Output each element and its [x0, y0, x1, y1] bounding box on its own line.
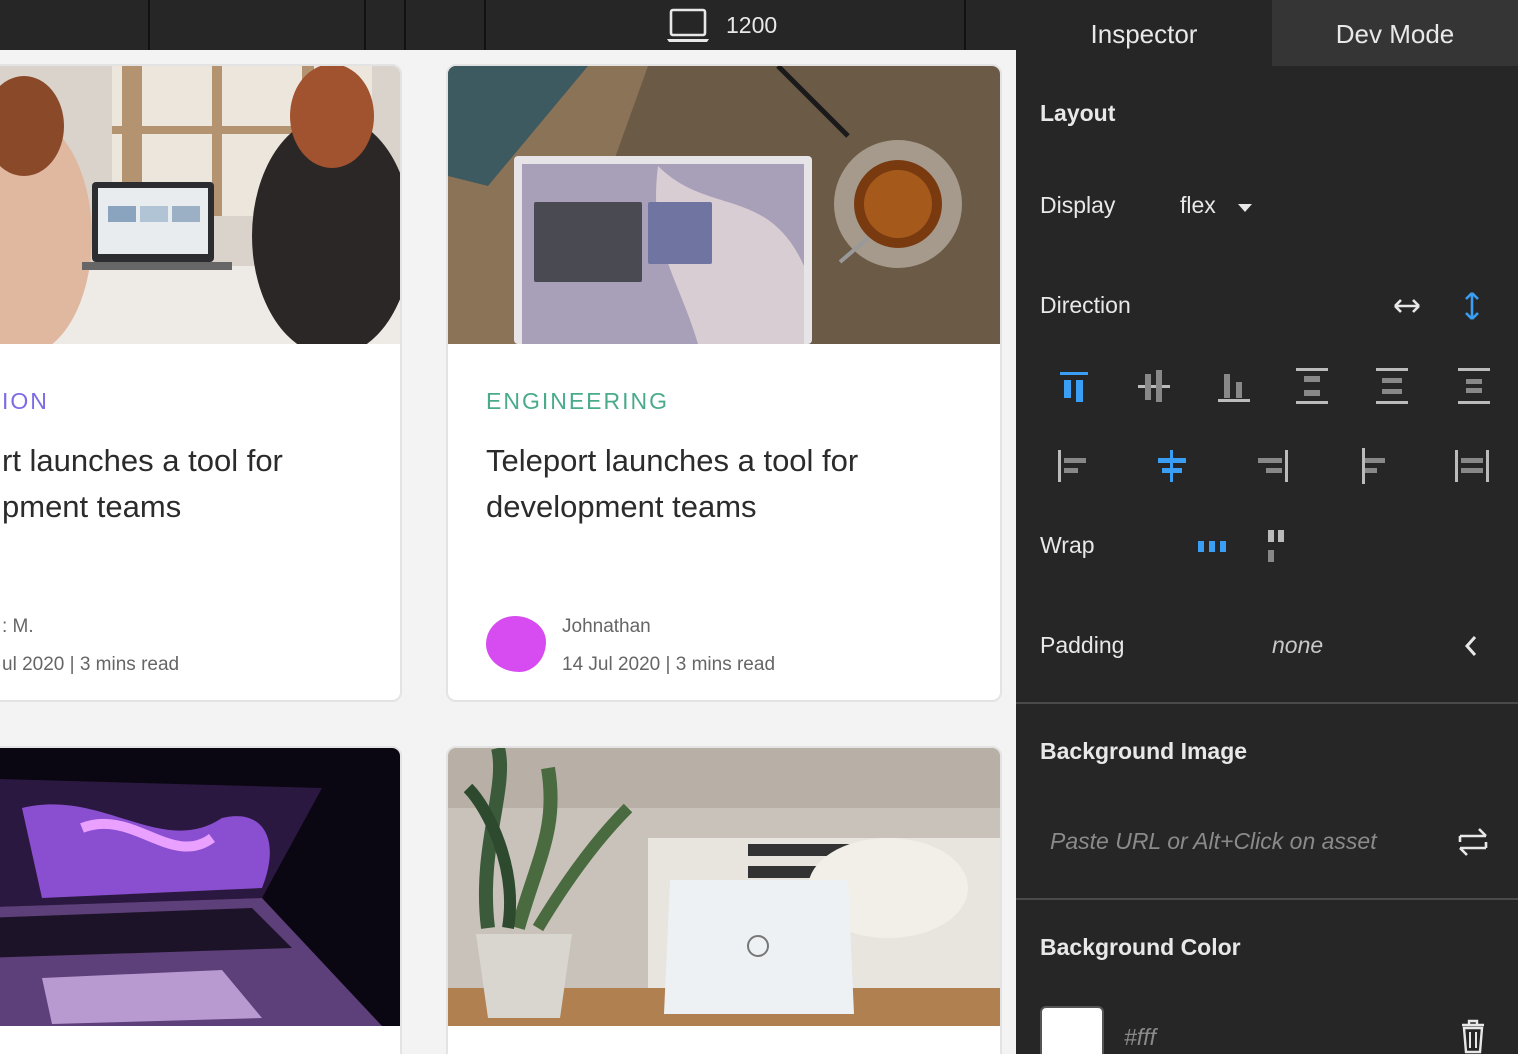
justify-start-icon[interactable] [1056, 366, 1092, 411]
card-meta: ul 2020 | 3 mins read [2, 654, 180, 675]
card-title-line: rt launches a tool for [2, 443, 283, 478]
canvas-toolbar: 1200 [0, 0, 1016, 50]
display-label: Display [1040, 192, 1116, 218]
author-avatar [486, 616, 546, 672]
card-image-laptop-dark [0, 748, 400, 1026]
section-header-background-image: Background Image [1040, 738, 1248, 764]
section-header-layout: Layout [1040, 100, 1116, 126]
viewport-width-value[interactable]: 1200 [726, 12, 777, 39]
justify-space-evenly-icon[interactable] [1456, 366, 1492, 411]
blog-card[interactable]: ION rt launches a tool for pment teams :… [0, 64, 402, 702]
section-divider [1016, 898, 1518, 900]
toolbar-divider [364, 0, 366, 50]
justify-space-around-icon[interactable] [1374, 366, 1410, 411]
nowrap-icon[interactable] [1196, 536, 1230, 561]
toolbar-divider [964, 0, 966, 50]
justify-end-icon[interactable] [1216, 366, 1252, 411]
align-baseline-icon[interactable] [1352, 446, 1392, 491]
caret-down-icon[interactable] [1236, 200, 1254, 218]
card-meta: 14 Jul 2020 | 3 mins read [562, 654, 776, 675]
section-divider [1016, 702, 1518, 704]
card-title-line: Teleport launches a tool for [486, 443, 859, 478]
align-start-icon[interactable] [1054, 446, 1094, 491]
wrap-icon[interactable] [1264, 526, 1290, 571]
justify-center-icon[interactable] [1136, 366, 1172, 411]
background-color-swatch[interactable] [1040, 1006, 1104, 1054]
tab-inspector[interactable]: Inspector [1016, 0, 1272, 66]
inspector-panel: Inspector Dev Mode Layout Display flex D… [1016, 0, 1518, 1054]
section-header-background-color: Background Color [1040, 934, 1241, 960]
wrap-label: Wrap [1040, 532, 1095, 558]
padding-value[interactable]: none [1272, 632, 1323, 659]
blog-card[interactable]: ENGINEERING Teleport launches a tool for… [446, 64, 1002, 702]
blog-card[interactable] [446, 746, 1002, 1054]
card-category: ENGINEERING [486, 388, 670, 414]
padding-label: Padding [1040, 632, 1125, 658]
background-color-value[interactable]: #fff [1124, 1024, 1156, 1051]
toolbar-divider [148, 0, 150, 50]
swap-icon[interactable] [1454, 824, 1492, 865]
direction-row-icon[interactable] [1392, 294, 1422, 323]
tab-dev-mode[interactable]: Dev Mode [1272, 0, 1518, 66]
card-author: Johnathan [562, 616, 651, 637]
direction-column-icon[interactable] [1460, 290, 1484, 327]
card-author: : M. [2, 616, 34, 637]
card-image-plant-laptop [448, 748, 1000, 1026]
design-canvas[interactable]: ION rt launches a tool for pment teams :… [0, 50, 1016, 1054]
align-stretch-icon[interactable] [1452, 446, 1492, 491]
blog-card[interactable] [0, 746, 402, 1054]
background-image-url-input[interactable]: Paste URL or Alt+Click on asset [1050, 828, 1377, 855]
align-center-icon[interactable] [1152, 446, 1192, 491]
display-select[interactable]: flex [1180, 192, 1216, 219]
card-image-tablet-tea [448, 66, 1000, 344]
card-title-line: development teams [486, 489, 757, 524]
align-end-icon[interactable] [1252, 446, 1292, 491]
trash-icon[interactable] [1458, 1018, 1488, 1054]
card-title-line: pment teams [2, 489, 182, 524]
card-category: ION [2, 388, 49, 414]
toolbar-divider [484, 0, 486, 50]
laptop-icon[interactable] [666, 8, 710, 48]
toolbar-divider [404, 0, 406, 50]
direction-label: Direction [1040, 292, 1131, 318]
chevron-left-icon[interactable] [1462, 634, 1480, 663]
card-image-office [0, 66, 400, 344]
justify-space-between-icon[interactable] [1294, 366, 1330, 411]
